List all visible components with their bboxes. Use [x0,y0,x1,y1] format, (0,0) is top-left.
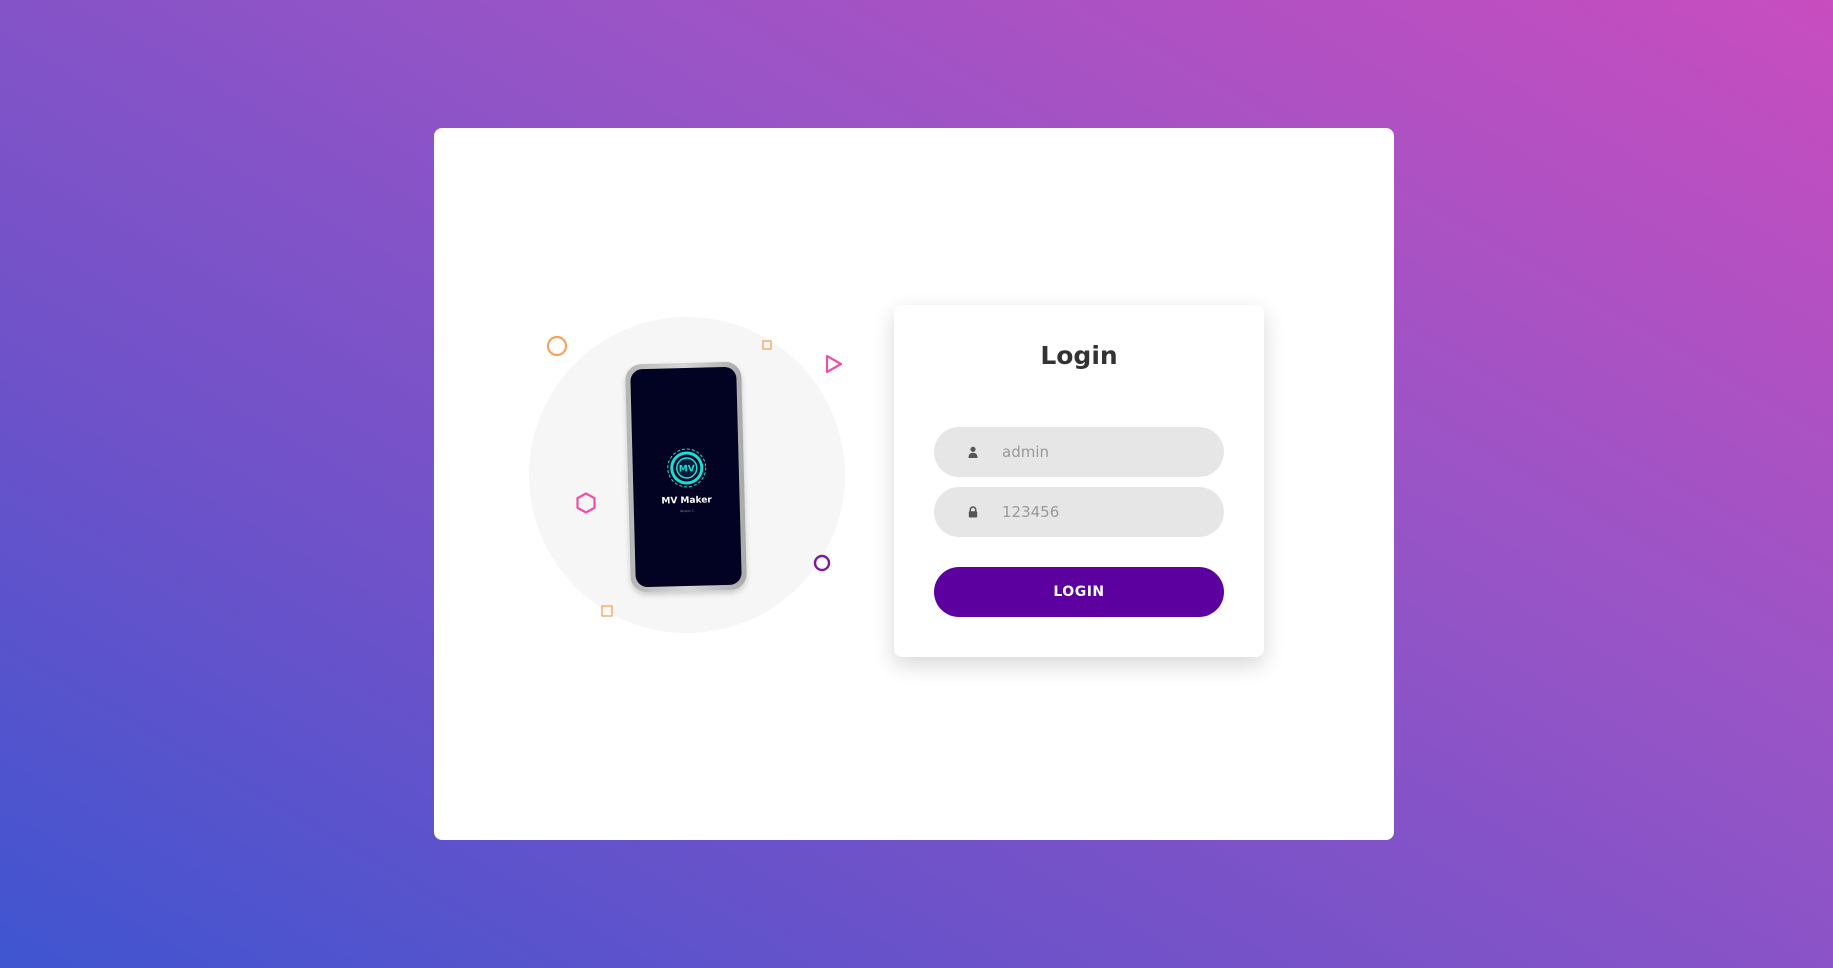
user-icon [968,446,978,458]
login-form: Login LOGIN [894,305,1264,657]
mv-maker-logo: MV [667,448,707,488]
login-title: Login [1040,341,1118,370]
login-button[interactable]: LOGIN [934,567,1224,617]
pink-triangle-decoration [825,354,843,374]
username-field-wrapper [934,427,1224,477]
logo-text: MV [679,464,695,474]
phone-screen: MV MV Maker Version 1 [630,366,742,588]
lock-icon [968,506,978,518]
password-field-wrapper [934,487,1224,537]
orange-circle-decoration [546,335,568,357]
phone-illustration: MV MV Maker Version 1 [529,317,845,633]
password-input[interactable] [1002,487,1212,537]
pink-hexagon-decoration [576,492,596,514]
app-subtitle: Version 1 [679,508,694,514]
phone-mockup: MV MV Maker Version 1 [625,361,747,593]
username-input[interactable] [1002,427,1212,477]
app-name: MV Maker [661,495,712,507]
orange-square-decoration-top [762,340,772,350]
purple-circle-decoration [813,554,831,572]
orange-square-decoration-bottom [601,605,613,617]
